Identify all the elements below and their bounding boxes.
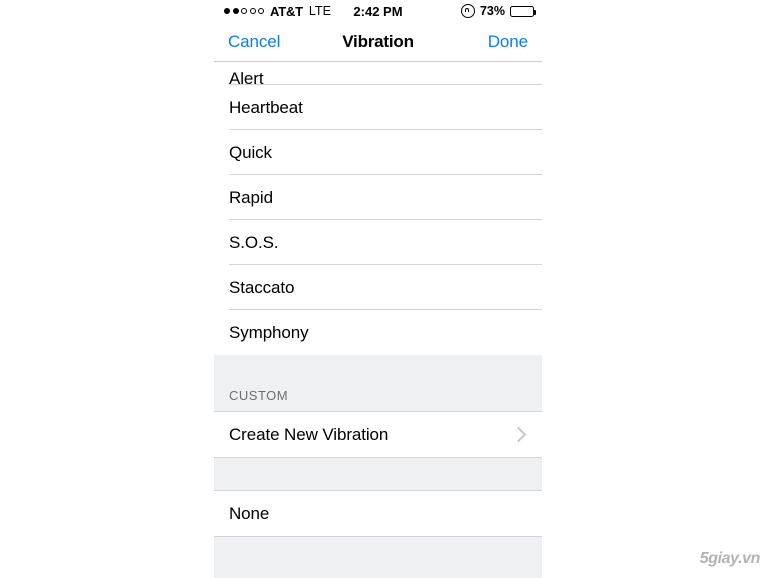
done-button[interactable]: Done xyxy=(488,32,528,52)
signal-dot xyxy=(258,8,264,14)
vibration-list[interactable]: Alert Heartbeat Quick Rapid S.O.S. Stacc… xyxy=(214,62,542,578)
status-bar: AT&T LTE 2:42 PM 73% xyxy=(214,0,542,22)
custom-vibrations-group: Create New Vibration xyxy=(214,412,542,457)
list-item-alert[interactable]: Alert xyxy=(214,62,542,85)
list-item-rapid[interactable]: Rapid xyxy=(214,175,542,220)
phone-screen: AT&T LTE 2:42 PM 73% Cancel Vibration Do… xyxy=(214,0,542,578)
list-item-label: Staccato xyxy=(229,277,295,297)
list-item-heartbeat[interactable]: Heartbeat xyxy=(214,85,542,130)
status-bar-right: 73% xyxy=(460,4,536,18)
signal-dot xyxy=(249,8,256,14)
list-item-label: Rapid xyxy=(229,187,273,207)
battery-percent-label: 73% xyxy=(479,4,505,18)
list-item-create-new-vibration[interactable]: Create New Vibration xyxy=(214,412,542,457)
list-item-label: S.O.S. xyxy=(229,232,279,252)
list-item-label: Alert xyxy=(229,69,264,85)
list-item-label: None xyxy=(229,503,270,523)
list-item-none[interactable]: None xyxy=(214,491,542,536)
signal-strength-icon xyxy=(224,8,264,14)
list-item-label: Heartbeat xyxy=(229,97,303,117)
none-group: None xyxy=(214,491,542,536)
status-bar-left: AT&T LTE xyxy=(214,4,331,19)
network-type-label: LTE xyxy=(308,4,331,18)
signal-dot xyxy=(241,8,247,14)
navigation-bar: Cancel Vibration Done xyxy=(214,22,542,62)
carrier-label: AT&T xyxy=(270,3,303,19)
cancel-button[interactable]: Cancel xyxy=(228,32,280,52)
chevron-right-icon xyxy=(510,426,527,443)
signal-dot xyxy=(224,8,230,14)
watermark: 5giay.vn xyxy=(699,550,761,567)
list-item-sos[interactable]: S.O.S. xyxy=(214,220,542,265)
standard-vibrations-group: Alert Heartbeat Quick Rapid S.O.S. Stacc… xyxy=(214,62,542,355)
battery-icon xyxy=(510,5,536,17)
section-header-custom: CUSTOM xyxy=(214,355,542,412)
section-header-label: CUSTOM xyxy=(229,388,289,403)
list-item-quick[interactable]: Quick xyxy=(214,130,542,175)
list-item-symphony[interactable]: Symphony xyxy=(214,310,542,355)
list-item-label: Symphony xyxy=(229,322,309,342)
rotation-lock-icon xyxy=(460,4,475,18)
list-item-label: Create New Vibration xyxy=(229,424,389,444)
list-item-label: Quick xyxy=(229,142,272,162)
list-footer-gap xyxy=(214,536,542,573)
signal-dot xyxy=(232,8,239,14)
list-item-staccato[interactable]: Staccato xyxy=(214,265,542,310)
section-gap xyxy=(214,457,542,491)
